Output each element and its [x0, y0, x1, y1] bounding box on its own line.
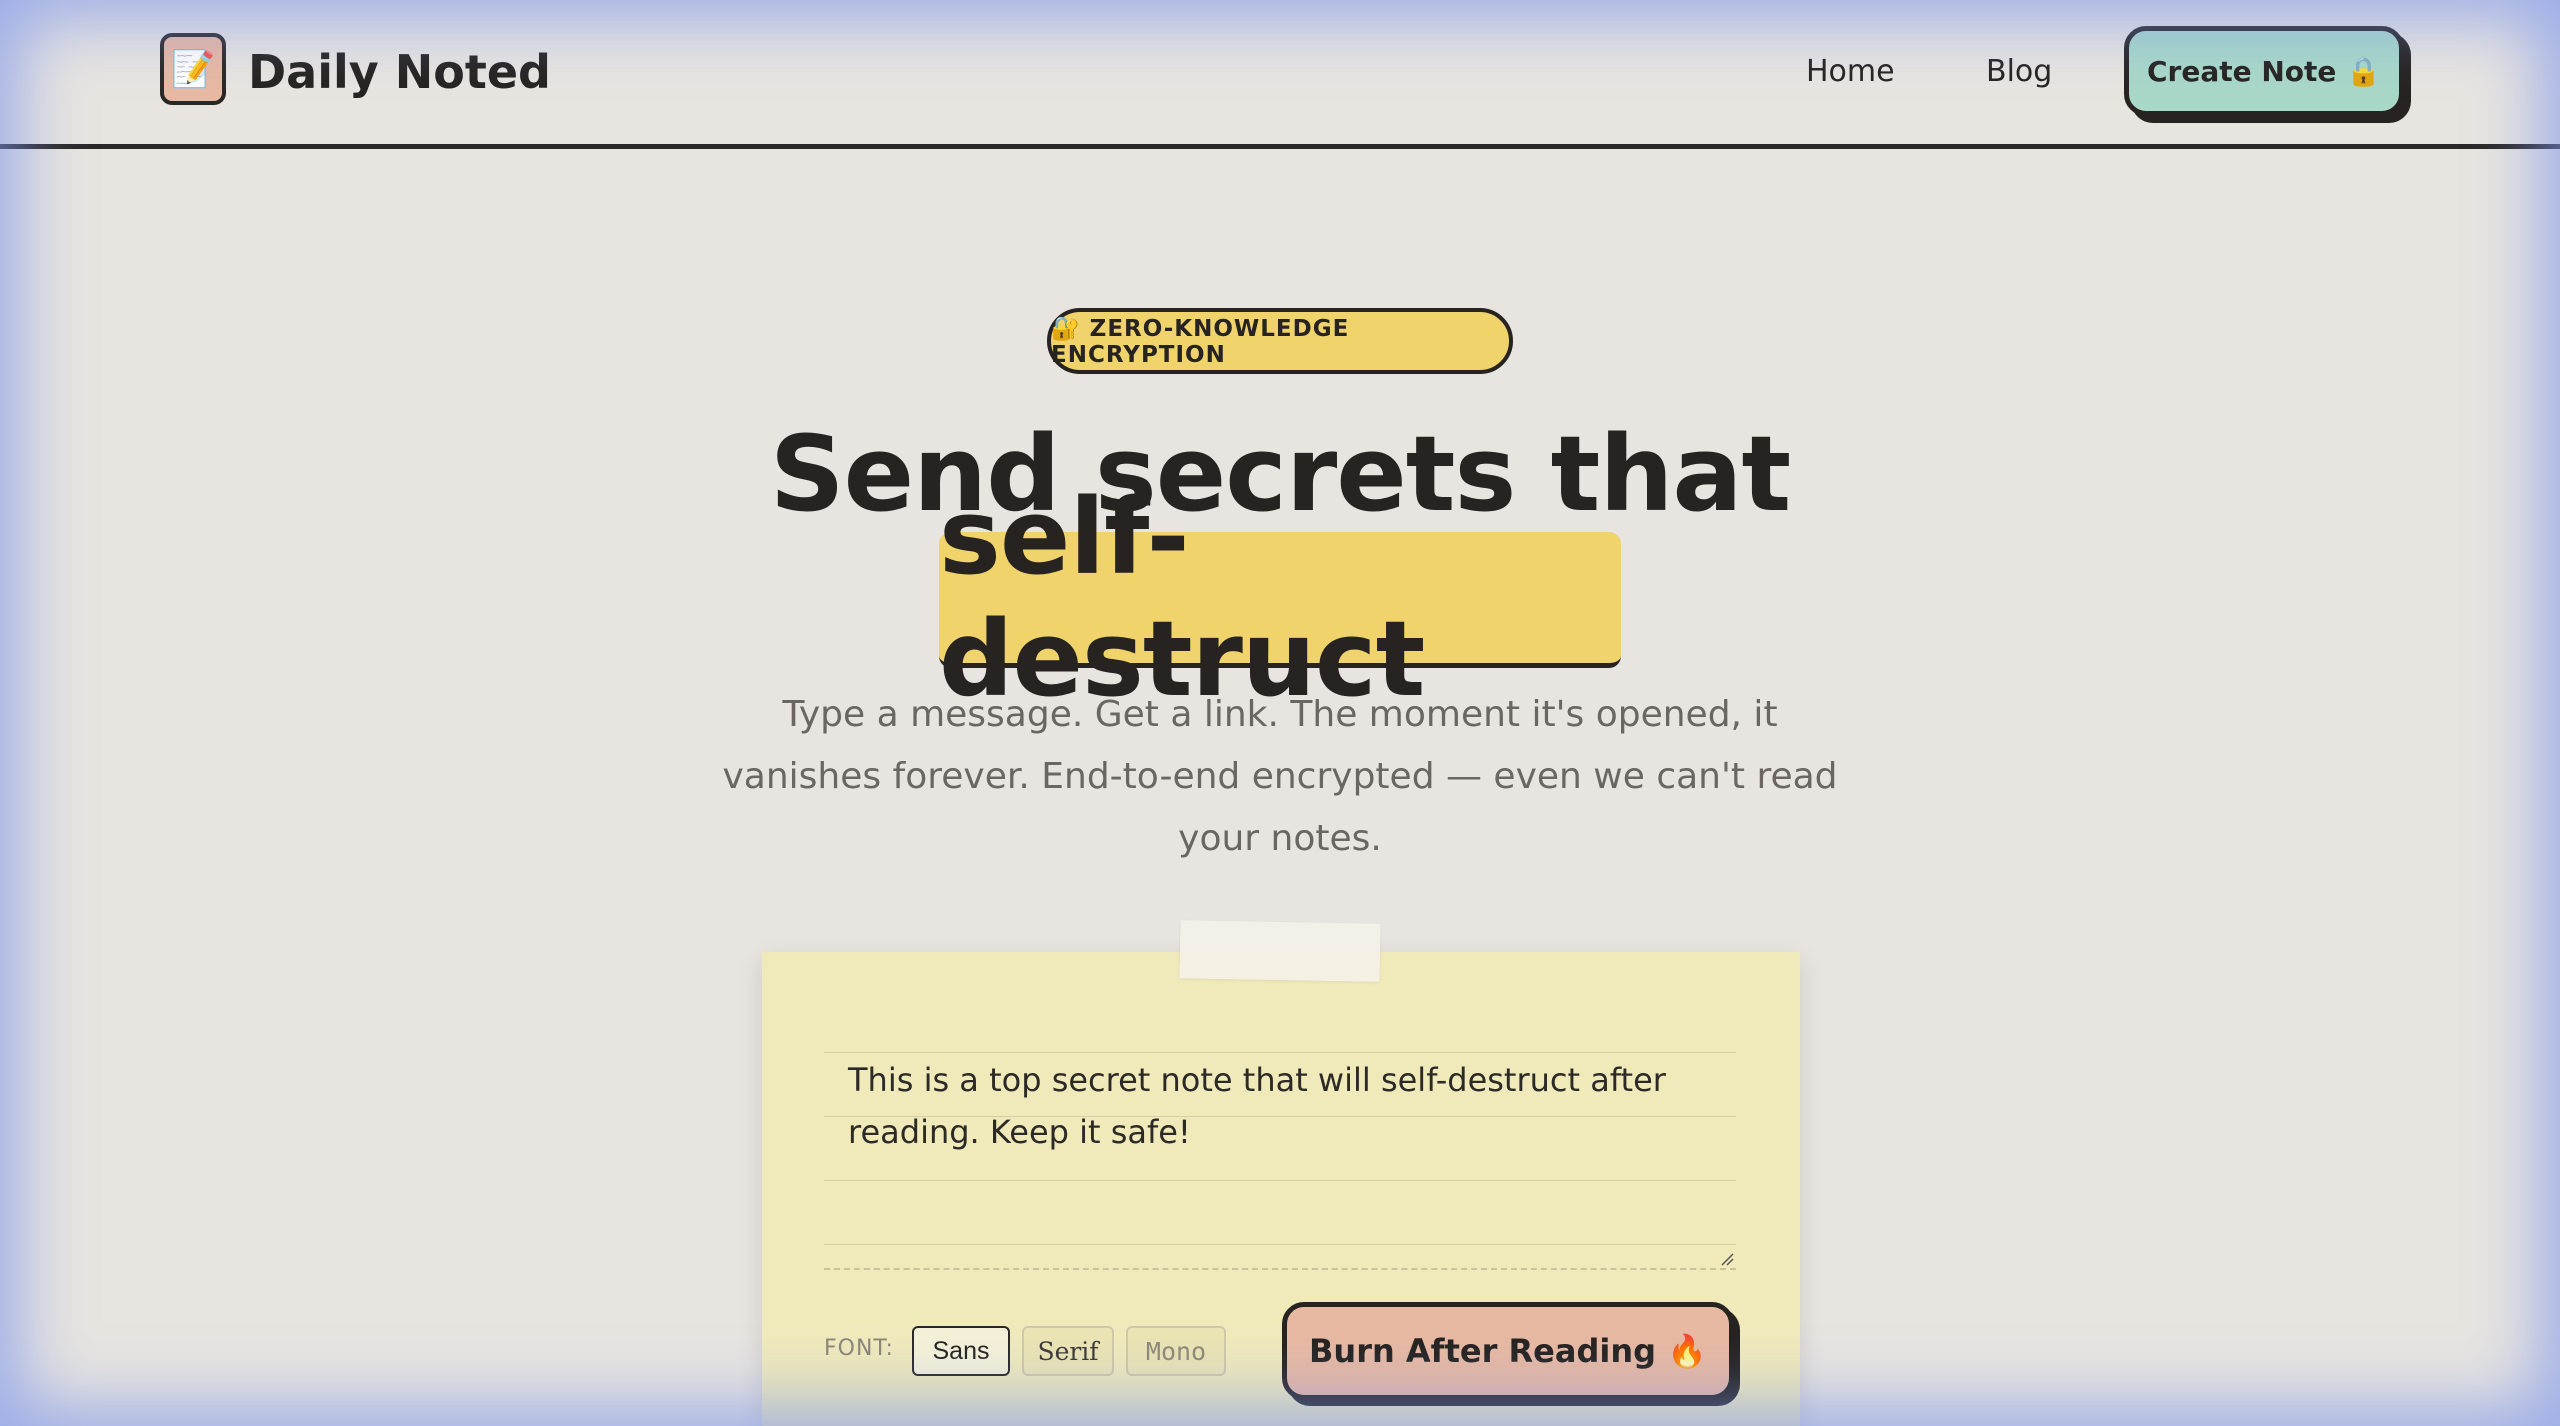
ruled-line [824, 1244, 1736, 1245]
hero-title-highlight: self-destruct [939, 476, 1621, 720]
burn-after-reading-button[interactable]: Burn After Reading 🔥 [1282, 1302, 1734, 1400]
nav-home-link[interactable]: Home [1806, 48, 1895, 96]
font-sans-button[interactable]: Sans [912, 1326, 1010, 1376]
nav-blog-link[interactable]: Blog [1986, 48, 2052, 96]
font-serif-button[interactable]: Serif [1022, 1326, 1114, 1376]
note-text[interactable]: This is a top secret note that will self… [848, 1054, 1708, 1158]
site-header: 📝 Daily Noted Home Blog Create Note 🔒 [0, 0, 2560, 149]
ruled-line [824, 1052, 1736, 1053]
logo-icon[interactable]: 📝 [160, 33, 226, 105]
tape-decoration [1179, 920, 1381, 982]
font-mono-button[interactable]: Mono [1126, 1326, 1226, 1376]
note-emoji-icon: 📝 [170, 49, 216, 90]
hero-subtitle: Type a message. Get a link. The moment i… [722, 694, 1838, 859]
resize-handle-icon[interactable] [1720, 1252, 1734, 1266]
font-label: FONT: [824, 1336, 894, 1361]
encryption-badge: 🔐 ZERO-KNOWLEDGE ENCRYPTION [1047, 308, 1513, 374]
create-note-button[interactable]: Create Note 🔒 [2124, 26, 2404, 116]
ruled-line [824, 1180, 1736, 1181]
note-textarea[interactable]: This is a top secret note that will self… [824, 1052, 1736, 1270]
brand-name[interactable]: Daily Noted [248, 40, 551, 104]
